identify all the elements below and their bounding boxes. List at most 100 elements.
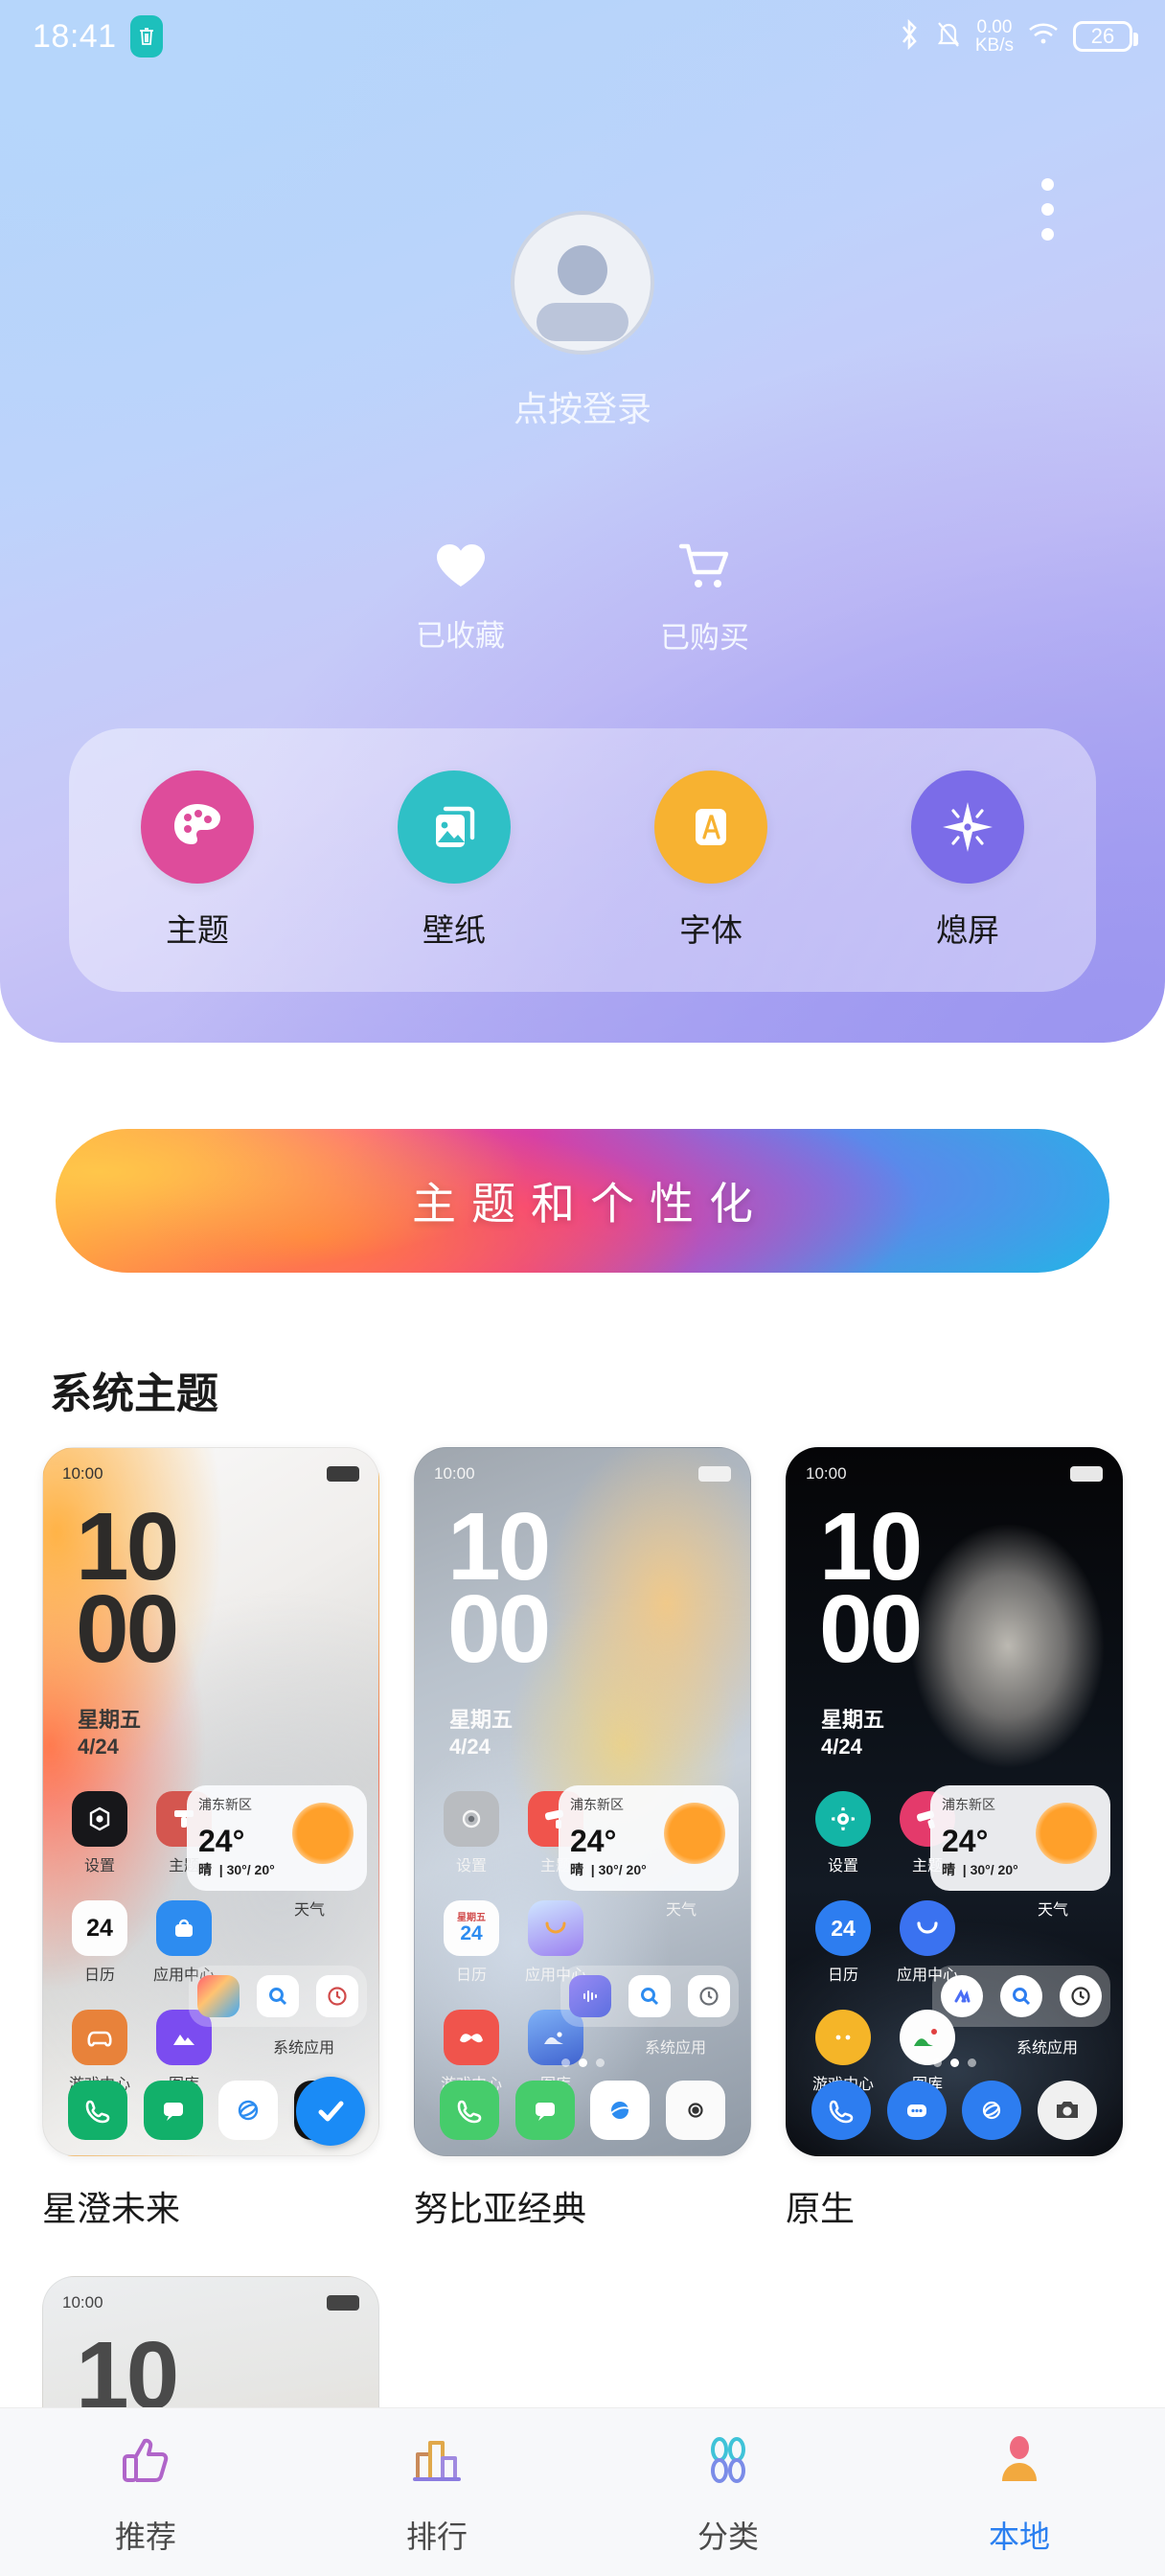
status-bar-left: 18:41 — [33, 15, 163, 58]
profile-section[interactable]: 点按登录 — [0, 211, 1165, 431]
preview-clock: 10 00 — [447, 1499, 551, 1683]
preview-battery-icon — [1070, 1466, 1103, 1482]
camera-icon — [1037, 2081, 1097, 2140]
category-label: 熄屏 — [936, 911, 999, 948]
preview-clock: 10 — [76, 2328, 179, 2424]
theme-name: 星澄未来 — [42, 2189, 181, 2228]
preview-weather-label: 天气 — [1037, 1902, 1068, 1919]
quick-link-favorites[interactable]: 已收藏 — [416, 541, 505, 656]
theme-card-item[interactable]: 10:00 10 00 星期五 4/24 — [42, 1447, 379, 2231]
preview-status-time: 10:00 — [806, 1464, 847, 1483]
preview-clock: 10 00 — [76, 1499, 179, 1677]
app-center-icon — [900, 1900, 955, 1956]
preview-date: 星期五 4/24 — [449, 1707, 513, 1760]
messages-icon — [514, 2081, 575, 2140]
nav-label: 分类 — [697, 2519, 759, 2554]
preview-app-settings: 设置 — [442, 1791, 501, 1875]
nav-item-ranking[interactable]: 排行 — [291, 2429, 582, 2557]
quick-link-label: 已购买 — [660, 621, 749, 655]
nav-label: 推荐 — [114, 2519, 176, 2554]
page-dot-active — [578, 2058, 587, 2067]
login-label[interactable]: 点按登录 — [514, 381, 651, 431]
category-theme[interactable]: 主题 — [111, 770, 284, 951]
theme-card-item[interactable]: 10:00 10 00 星期五 4/24 — [786, 1447, 1123, 2231]
game-center-icon — [815, 2010, 871, 2065]
bluetooth-icon — [897, 18, 922, 56]
trash-icon[interactable] — [129, 15, 163, 58]
theme-list: 10:00 10 00 星期五 4/24 设置 主题 24 日历 应用中心 浦东… — [42, 1447, 1134, 2231]
preview-app-calendar: 星期五 24 日历 — [442, 1900, 501, 1985]
quick-link-label: 已收藏 — [416, 619, 505, 653]
preview-weather-label: 天气 — [665, 1902, 697, 1919]
palette-icon — [141, 770, 254, 884]
page-dot — [560, 2058, 570, 2067]
preview-status-time: 10:00 — [434, 1464, 475, 1483]
preview-battery-icon — [327, 1466, 359, 1482]
messages-icon — [143, 2081, 203, 2140]
category-label: 字体 — [679, 911, 742, 948]
app-store-icon — [197, 1975, 240, 2017]
preview-system-folder — [189, 1966, 367, 2027]
theme-preview[interactable]: 10:00 10 00 星期五 4/24 — [786, 1447, 1123, 2156]
preview-app-label: 设置 — [83, 1858, 115, 1874]
calendar-day: 24 — [460, 1921, 483, 1944]
sun-icon — [292, 1803, 354, 1864]
category-aod[interactable]: 熄屏 — [881, 770, 1054, 951]
preview-app-label: 日历 — [827, 1967, 858, 1984]
nav-item-category[interactable]: 分类 — [582, 2429, 874, 2557]
preview-app-label: 日历 — [83, 1967, 115, 1984]
network-speed-unit: KB/s — [974, 35, 1014, 56]
preview-date-value: 4/24 — [78, 1734, 119, 1759]
theme-name: 努比亚经典 — [414, 2189, 587, 2228]
promo-banner[interactable]: 主题和个性化 — [56, 1129, 1109, 1273]
theme-card-item[interactable]: 10:00 10 00 星期五 4/24 — [414, 1447, 751, 2231]
calendar-day: 24 — [831, 1915, 856, 1941]
preview-battery-icon — [327, 2295, 359, 2311]
weather-range-value: 30°/ 20° — [598, 1862, 647, 1877]
preview-app-label: 设置 — [455, 1858, 487, 1874]
browser-icon — [590, 2081, 651, 2140]
avatar-placeholder-icon[interactable] — [511, 211, 654, 355]
battery-level: 26 — [1090, 24, 1115, 48]
preview-app-label: 设置 — [827, 1858, 858, 1874]
network-speed-value: 0.00 — [976, 16, 1013, 37]
nav-item-local[interactable]: 本地 — [874, 2429, 1165, 2557]
weather-desc-value: 晴 — [942, 1862, 955, 1877]
settings-icon — [444, 1791, 499, 1847]
nav-item-recommend[interactable]: 推荐 — [0, 2429, 291, 2557]
preview-date-value: 4/24 — [821, 1734, 862, 1759]
app-center-icon — [156, 1900, 212, 1956]
theme-preview[interactable]: 10:00 10 00 星期五 4/24 — [42, 1447, 379, 2156]
preview-battery-icon — [698, 1466, 731, 1482]
theme-preview[interactable]: 10:00 10 00 星期五 4/24 — [414, 1447, 751, 2156]
preview-clock: 10 00 — [819, 1499, 923, 1683]
category-wallpaper[interactable]: 壁纸 — [368, 770, 540, 951]
weather-range-value: 30°/ 20° — [970, 1862, 1018, 1877]
clock-icon — [1060, 1975, 1102, 2017]
bottom-nav: 推荐 排行 分类 本地 — [0, 2407, 1165, 2576]
preview-clock-minute: 00 — [447, 1576, 551, 1683]
phone-icon — [811, 2081, 872, 2140]
preview-weather-desc: 晴 | 30°/ 20° — [198, 1862, 275, 1877]
preview-status-bar: 10:00 — [62, 1461, 359, 1486]
cart-icon — [677, 541, 733, 596]
calendar-icon: 24 — [72, 1900, 127, 1956]
game-center-icon — [72, 2010, 127, 2065]
preview-weather-desc: 晴 | 30°/ 20° — [570, 1862, 647, 1877]
category-font[interactable]: 字体 — [625, 770, 797, 951]
status-bar: 18:41 0.00 KB/s 26 — [0, 0, 1165, 73]
nav-label: 本地 — [988, 2519, 1050, 2554]
calendar-weekday: 星期五 — [457, 1912, 486, 1923]
preview-clock-minute: 00 — [819, 1576, 923, 1683]
music-icon — [569, 1975, 611, 2017]
bell-muted-icon — [935, 19, 962, 55]
search-icon — [1000, 1975, 1042, 2017]
preview-weather-widget: 浦东新区 24° 晴 | 30°/ 20° — [559, 1785, 739, 1891]
settings-icon — [815, 1791, 871, 1847]
dot — [1041, 178, 1054, 191]
page-dot — [932, 2058, 942, 2067]
header-panel: 18:41 0.00 KB/s 26 点按登录 已收藏 已购买 主题 壁纸 字体… — [0, 0, 1165, 1043]
search-icon — [628, 1975, 671, 2017]
settings-icon — [72, 1791, 127, 1847]
quick-link-purchased[interactable]: 已购买 — [660, 541, 749, 656]
